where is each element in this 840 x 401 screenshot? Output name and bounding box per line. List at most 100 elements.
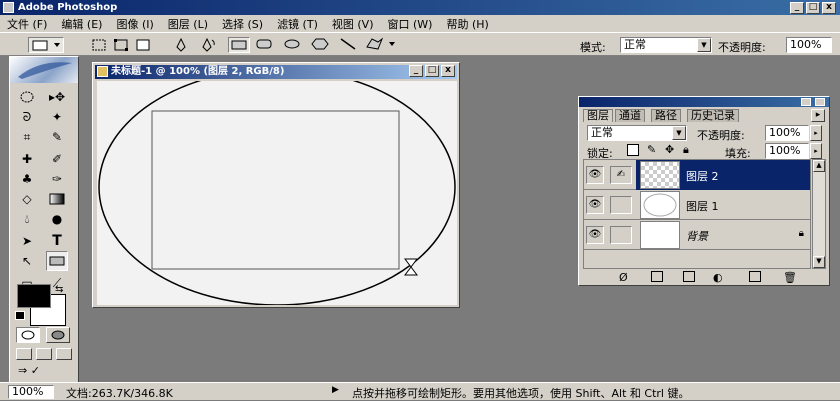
- adjustment-layer-icon[interactable]: ◐: [713, 271, 723, 284]
- eraser-tool-icon[interactable]: ◇: [16, 189, 38, 209]
- freeform-pen-icon[interactable]: [200, 37, 218, 53]
- slice-tool-icon[interactable]: ✎: [46, 127, 68, 147]
- layer-name: 图层 1: [686, 200, 719, 213]
- tab-layers[interactable]: 图层: [583, 109, 613, 122]
- layers-scrollbar[interactable]: ▲ ▼: [812, 159, 826, 269]
- layer-row-background[interactable]: 👁︎ 背景 🔒︎: [584, 220, 810, 250]
- blend-mode-select[interactable]: 正常 ▼: [587, 125, 687, 141]
- move-tool-icon[interactable]: ▸✥: [46, 87, 68, 107]
- layer-row-layer2[interactable]: 👁︎ ✍︎ 图层 2: [584, 160, 810, 190]
- shape-layers-icon[interactable]: [90, 37, 108, 53]
- crop-tool-icon[interactable]: ⌗: [16, 127, 38, 147]
- fill-field[interactable]: 100%: [765, 143, 809, 159]
- swap-colors-icon[interactable]: ⇆: [55, 284, 63, 295]
- path-selection-icon[interactable]: ➤: [16, 231, 38, 251]
- fill-arrow-icon[interactable]: ▸: [810, 143, 822, 159]
- zoom-field[interactable]: 100%: [8, 385, 54, 399]
- palette-minimize-button[interactable]: [801, 98, 811, 106]
- link-cell[interactable]: [610, 226, 632, 244]
- type-tool-icon[interactable]: T: [46, 231, 68, 251]
- menu-select[interactable]: 选择 (S): [219, 16, 274, 32]
- foreground-color-box[interactable]: [17, 284, 51, 308]
- document-canvas[interactable]: [97, 81, 457, 305]
- menu-edit[interactable]: 编辑 (E): [58, 16, 113, 32]
- doc-close-button[interactable]: x: [441, 65, 455, 77]
- close-button[interactable]: x: [822, 2, 836, 14]
- opacity-arrow-icon[interactable]: ▸: [810, 125, 822, 141]
- palette-close-button[interactable]: [815, 98, 825, 106]
- layer-name: 背景: [686, 230, 708, 243]
- rectangle-shape-icon[interactable]: [228, 37, 250, 53]
- jump-to-imageready-icon[interactable]: ⇒ ✓: [18, 364, 66, 380]
- doc-minimize-button[interactable]: _: [409, 65, 423, 77]
- blur-tool-icon[interactable]: 💧︎: [16, 209, 38, 229]
- fill-value: 100%: [769, 144, 801, 157]
- pen-tool-icon[interactable]: [172, 37, 190, 53]
- clone-stamp-icon[interactable]: ♣: [16, 169, 38, 189]
- document-window-controls: _ □ x: [409, 65, 455, 77]
- status-menu-arrow-icon[interactable]: ▶: [332, 385, 339, 395]
- layer-opacity-field[interactable]: 100%: [765, 125, 809, 141]
- ellipse-shape-icon[interactable]: [282, 37, 304, 53]
- add-mask-icon[interactable]: [651, 271, 663, 282]
- palette-title-bar: [579, 97, 829, 107]
- doc-maximize-button[interactable]: □: [425, 65, 439, 77]
- menu-image[interactable]: 图像 (I): [113, 16, 164, 32]
- paths-icon[interactable]: [112, 37, 130, 53]
- maximize-button[interactable]: □: [806, 2, 820, 14]
- rectangle-tool-icon[interactable]: [46, 251, 68, 271]
- gradient-tool-icon[interactable]: [46, 189, 68, 209]
- minimize-button[interactable]: _: [790, 2, 804, 14]
- scroll-down-icon[interactable]: ▼: [813, 256, 825, 268]
- tab-paths[interactable]: 路径: [651, 109, 681, 122]
- magic-wand-icon[interactable]: ✦: [46, 107, 68, 127]
- menu-filter[interactable]: 滤镜 (T): [274, 16, 329, 32]
- scroll-up-icon[interactable]: ▲: [813, 160, 825, 172]
- eye-icon[interactable]: 👁︎: [586, 166, 604, 184]
- healing-brush-icon[interactable]: ✚: [16, 149, 38, 169]
- brush-tool-icon[interactable]: ✐: [46, 149, 68, 169]
- menu-file[interactable]: 文件 (F): [4, 16, 58, 32]
- quick-mask-button[interactable]: [46, 327, 70, 343]
- link-cell[interactable]: [610, 196, 632, 214]
- lock-pixels-icon[interactable]: ✎: [647, 143, 656, 156]
- opacity-field[interactable]: 100%: [786, 37, 832, 53]
- screen-mode-full[interactable]: [56, 348, 72, 360]
- standard-mode-button[interactable]: [16, 327, 40, 343]
- trash-icon[interactable]: 🗑︎: [783, 271, 797, 284]
- screen-mode-full-menu[interactable]: [36, 348, 52, 360]
- menu-layer[interactable]: 图层 (L): [165, 16, 219, 32]
- lasso-tool-icon[interactable]: ᘐ: [16, 107, 38, 127]
- marquee-tool-icon[interactable]: [16, 87, 38, 107]
- palette-menu-icon[interactable]: ▸: [811, 109, 825, 122]
- custom-shape-icon[interactable]: [364, 37, 398, 53]
- fill-pixels-icon[interactable]: [134, 37, 152, 53]
- menu-help[interactable]: 帮助 (H): [443, 16, 499, 32]
- new-set-icon[interactable]: [683, 271, 695, 282]
- pen-tool-icon-box[interactable]: ↖: [16, 251, 38, 271]
- chevron-down-icon: ▼: [672, 126, 686, 140]
- history-brush-icon[interactable]: ✑: [46, 169, 68, 189]
- default-colors-icon[interactable]: [15, 311, 25, 320]
- tab-channels[interactable]: 通道: [615, 109, 645, 122]
- new-layer-icon[interactable]: [749, 271, 761, 282]
- tool-preset-picker[interactable]: [28, 37, 64, 53]
- tab-history[interactable]: 历史记录: [687, 109, 739, 122]
- lock-position-icon[interactable]: ✥: [665, 143, 674, 156]
- layer-style-icon[interactable]: Ø: [619, 271, 628, 284]
- menu-view[interactable]: 视图 (V): [329, 16, 385, 32]
- document-icon: [97, 66, 108, 77]
- rounded-rectangle-icon[interactable]: [254, 37, 276, 53]
- brush-link-icon[interactable]: ✍︎: [610, 166, 632, 184]
- screen-mode-standard[interactable]: [16, 348, 32, 360]
- lock-transparency-icon[interactable]: [627, 144, 639, 156]
- menu-window[interactable]: 窗口 (W): [384, 16, 443, 32]
- layer-row-layer1[interactable]: 👁︎ 图层 1: [584, 190, 810, 220]
- polygon-shape-icon[interactable]: [310, 37, 332, 53]
- mode-select[interactable]: 正常 ▼: [620, 37, 712, 53]
- dodge-tool-icon[interactable]: ●: [46, 209, 68, 229]
- line-shape-icon[interactable]: [338, 37, 360, 53]
- lock-all-icon[interactable]: 🔒︎: [683, 143, 689, 157]
- eye-icon[interactable]: 👁︎: [586, 226, 604, 244]
- eye-icon[interactable]: 👁︎: [586, 196, 604, 214]
